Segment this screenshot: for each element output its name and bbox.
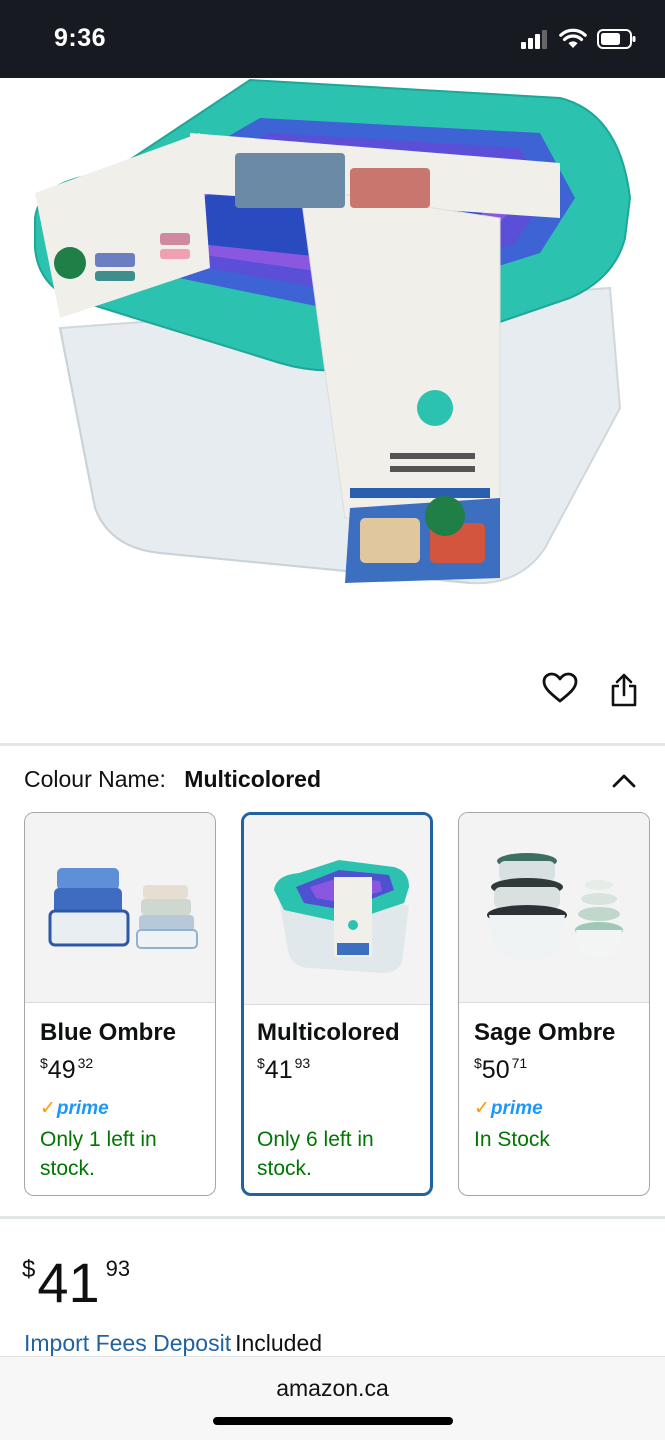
browser-bar: amazon.ca xyxy=(0,1356,665,1440)
price-cents: 93 xyxy=(105,1256,131,1281)
prime-check-icon: ✓ xyxy=(40,1098,56,1119)
share-button[interactable] xyxy=(604,670,644,710)
variant-stock: In Stock xyxy=(474,1128,550,1151)
home-indicator[interactable] xyxy=(213,1417,453,1425)
import-fees-text: Included xyxy=(235,1330,323,1356)
status-icons xyxy=(521,28,637,50)
variant-thumbnail xyxy=(459,813,649,1003)
variant-stock: Only 6 left in stock. xyxy=(257,1128,374,1180)
variant-name: Sage Ombre xyxy=(474,1019,616,1046)
colour-label: Colour Name: xyxy=(24,766,166,792)
colour-selector-header[interactable]: Colour Name: Multicolored xyxy=(24,766,644,802)
variant-price: $49 32 xyxy=(40,1055,94,1084)
chevron-up-icon[interactable] xyxy=(604,766,644,796)
product-image[interactable] xyxy=(0,78,665,668)
wifi-icon xyxy=(559,28,587,48)
battery-icon xyxy=(597,29,636,49)
prime-badge: ✓ prime xyxy=(40,1097,109,1120)
variant-swatch-multicolored[interactable]: Multicolored $41 93 Only 6 left in stock. xyxy=(241,812,433,1196)
section-divider xyxy=(0,743,665,746)
section-divider xyxy=(0,1216,665,1219)
variant-swatch-sage-ombre[interactable]: Sage Ombre $50 71 ✓ prime In Stock xyxy=(458,812,650,1196)
variant-swatch-blue-ombre[interactable]: Blue Ombre $49 32 ✓ prime Only 1 left in s… xyxy=(24,812,216,1196)
prime-badge: ✓ prime xyxy=(474,1097,543,1120)
variant-thumbnail xyxy=(244,815,430,1005)
prime-check-icon: ✓ xyxy=(474,1098,490,1119)
variant-price: $41 93 xyxy=(257,1055,311,1084)
product-image-drawing xyxy=(34,78,632,585)
import-fees-link[interactable]: Import Fees Deposit xyxy=(24,1330,231,1356)
price-dollars: 41 xyxy=(37,1251,100,1314)
signal-icon xyxy=(521,30,547,49)
variant-stock: Only 1 left in stock. xyxy=(40,1128,157,1180)
variant-name: Multicolored xyxy=(257,1019,400,1046)
variant-name: Blue Ombre xyxy=(40,1019,177,1046)
variant-thumbnail xyxy=(25,813,215,1003)
variant-price: $50 71 xyxy=(474,1055,528,1084)
status-time: 9:36 xyxy=(54,24,107,52)
status-bar: 9:36 xyxy=(0,0,665,78)
import-fees-row: Import Fees Deposit Included xyxy=(24,1330,322,1357)
url-display[interactable]: amazon.ca xyxy=(0,1375,665,1402)
colour-value: Multicolored xyxy=(184,766,322,792)
share-icon xyxy=(611,673,637,707)
heart-icon xyxy=(542,672,578,703)
favorite-button[interactable] xyxy=(540,670,580,706)
product-price: $ 41 93 xyxy=(22,1251,131,1314)
